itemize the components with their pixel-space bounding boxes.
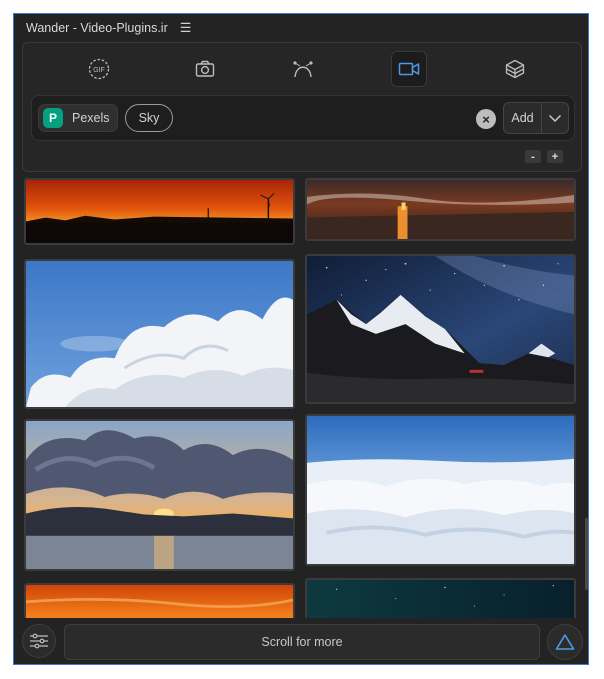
tag-chip-label: Sky bbox=[138, 111, 160, 125]
hamburger-icon[interactable]: ☰ bbox=[180, 20, 192, 36]
tab-gif[interactable]: GIF bbox=[81, 51, 117, 87]
add-dropdown-button[interactable] bbox=[542, 103, 568, 133]
window-title: Wander - Video-Plugins.ir bbox=[26, 21, 168, 35]
camera-icon bbox=[195, 60, 215, 77]
triangle-up-icon bbox=[555, 634, 575, 650]
sunset-silhouette-image bbox=[26, 180, 293, 243]
orange-sky-image bbox=[26, 585, 293, 618]
result-thumbnail[interactable] bbox=[305, 414, 576, 566]
sunset-lake-image bbox=[26, 421, 293, 569]
filter-settings-button[interactable] bbox=[22, 624, 56, 658]
result-thumbnail[interactable] bbox=[24, 178, 295, 245]
result-thumbnail[interactable] bbox=[305, 254, 576, 404]
bezier-pen-icon bbox=[293, 61, 313, 78]
night-sky-image bbox=[307, 580, 574, 618]
result-thumbnail[interactable] bbox=[24, 259, 295, 409]
result-thumbnail[interactable] bbox=[305, 178, 576, 241]
add-button[interactable]: Add bbox=[504, 103, 542, 133]
white-clouds-image bbox=[26, 261, 293, 407]
source-chip-label: Pexels bbox=[72, 111, 110, 125]
starry-mountain-image bbox=[307, 256, 574, 402]
beach-sunset-image bbox=[307, 180, 574, 239]
video-camera-icon bbox=[398, 62, 420, 76]
clear-search-button[interactable]: × bbox=[476, 109, 496, 129]
tab-photo[interactable] bbox=[187, 51, 223, 87]
pexels-logo: P bbox=[43, 108, 63, 128]
plugin-window: Wander - Video-Plugins.ir ☰ GIF P Pexels… bbox=[13, 13, 589, 665]
tab-3d[interactable] bbox=[497, 51, 533, 87]
tab-video[interactable] bbox=[391, 51, 427, 87]
media-type-tabs: GIF bbox=[23, 51, 581, 87]
scroll-for-more-button[interactable]: Scroll for more bbox=[64, 624, 540, 660]
cube-layers-icon bbox=[505, 59, 525, 79]
result-thumbnail[interactable] bbox=[24, 419, 295, 571]
scroll-to-top-button[interactable] bbox=[547, 624, 583, 660]
footer-bar: Scroll for more bbox=[14, 618, 588, 664]
search-bar[interactable]: P Pexels Sky × Add bbox=[31, 95, 575, 141]
title-bar: Wander - Video-Plugins.ir ☰ bbox=[14, 14, 588, 42]
add-button-group: Add bbox=[503, 102, 569, 134]
scrollbar-thumb[interactable] bbox=[585, 518, 588, 590]
cloud-sea-image bbox=[307, 416, 574, 564]
gif-icon: GIF bbox=[88, 58, 110, 80]
chevron-down-icon bbox=[548, 114, 562, 123]
result-thumbnail[interactable] bbox=[24, 583, 295, 618]
search-panel: GIF P Pexels Sky × Add - + bbox=[22, 42, 582, 172]
result-thumbnail[interactable] bbox=[305, 578, 576, 618]
zoom-out-button[interactable]: - bbox=[525, 150, 541, 163]
zoom-in-button[interactable]: + bbox=[547, 150, 563, 163]
source-chip-pexels[interactable]: P Pexels bbox=[38, 104, 118, 132]
sliders-icon bbox=[30, 633, 48, 649]
gif-label: GIF bbox=[93, 67, 105, 74]
close-icon: × bbox=[482, 111, 490, 127]
tab-vector[interactable] bbox=[285, 51, 321, 87]
tag-chip-sky[interactable]: Sky bbox=[125, 104, 173, 132]
results-grid bbox=[14, 178, 588, 618]
